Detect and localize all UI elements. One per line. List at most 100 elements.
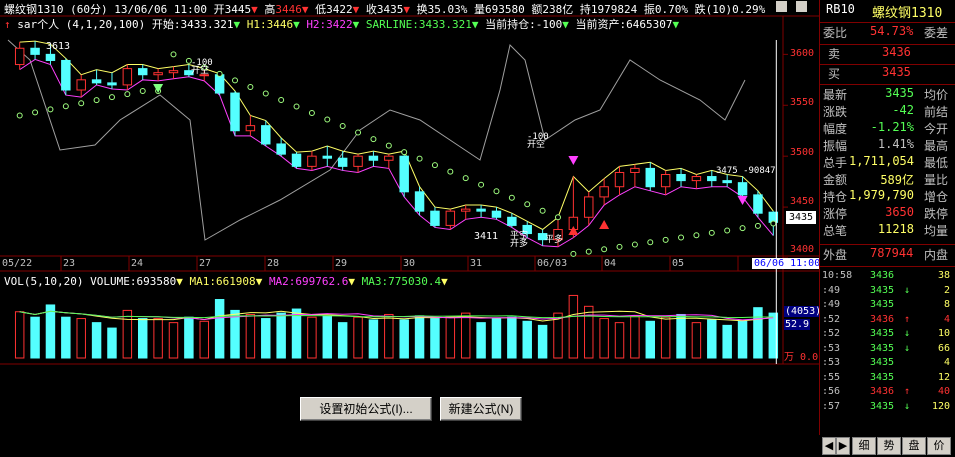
- date-tick: 27: [199, 258, 212, 269]
- price-tick: 3500: [790, 147, 815, 158]
- candle-body: [491, 210, 502, 218]
- sell-label: 卖: [828, 47, 841, 61]
- volume-bar: [645, 320, 655, 359]
- volume-bar: [14, 311, 25, 359]
- stat-row: 总笔 11218 均量: [823, 222, 949, 238]
- tick-time: :52: [822, 328, 841, 339]
- sar-dot: [539, 207, 546, 214]
- tab-prev-icon[interactable]: ◀: [822, 437, 836, 455]
- volume-bar: [691, 322, 702, 359]
- sar-dot: [247, 83, 254, 90]
- candle-body: [414, 191, 425, 212]
- volume-title[interactable]: VOL(5,10,20): [4, 275, 83, 288]
- indicator-name[interactable]: sar个人 (4,1,20,100): [17, 18, 145, 31]
- tick-row: 10:58 3436 38: [820, 270, 955, 284]
- tick-price: 3435: [870, 357, 895, 368]
- tick-row: :53 3435 ↓ 66: [820, 343, 955, 357]
- sar-dot: [170, 51, 177, 58]
- start-value: 3433.321: [180, 18, 234, 31]
- sar-dot: [324, 116, 331, 123]
- signal-label: 平多: [545, 235, 564, 245]
- candle-body: [753, 194, 763, 214]
- sar-dot: [447, 168, 454, 175]
- down-arrow-icon: ▼: [471, 18, 479, 31]
- candle-body: [445, 210, 456, 226]
- volume-bar: [337, 322, 348, 359]
- volume-header: VOL(5,10,20) VOLUME:693580▼ MA1:661908▼ …: [4, 275, 448, 289]
- tick-time: :49: [822, 299, 841, 310]
- candle-body: [430, 210, 440, 226]
- amplitude-value: 0.70%: [654, 3, 688, 16]
- tab-book[interactable]: 盘: [902, 437, 926, 455]
- close-icon[interactable]: [795, 1, 807, 12]
- candle-body: [153, 72, 163, 76]
- kline-chart-area[interactable]: [0, 0, 819, 457]
- close-value: 3435: [376, 3, 404, 16]
- candle-body: [261, 125, 271, 145]
- candle-body: [91, 79, 102, 84]
- candle-body: [599, 186, 609, 198]
- tick-price: 3435: [870, 400, 895, 412]
- tick-direction-icon: ↓: [904, 284, 911, 296]
- chart-header: 螺纹钢1310 (60分) 13/06/06 11:00 开3445▼ 高344…: [4, 3, 765, 17]
- sar-dot: [355, 129, 362, 136]
- h1-value: H1:3446: [246, 18, 294, 31]
- up-arrow-icon: ↑: [4, 18, 11, 31]
- sar-dot: [293, 103, 300, 110]
- signal-label: -100 开空: [191, 58, 213, 76]
- candle-body: [337, 157, 348, 167]
- down-arrow-icon: ▼: [176, 275, 183, 288]
- tick-time: :52: [822, 313, 841, 325]
- sar-dot: [308, 110, 315, 117]
- tick-row: :49 3435 ↓ 2: [820, 285, 955, 299]
- volume-bar: [214, 299, 225, 359]
- volume-bar: [276, 312, 286, 359]
- volume-bar: [322, 315, 333, 359]
- volume-bar: [91, 322, 102, 359]
- quote-panel: RB10 螺纹钢1310 委比 54.73% 委差 卖 3436 买 3435 …: [819, 0, 955, 457]
- down-arrow-icon: ▼: [255, 275, 263, 288]
- weibi-value: 54.73%: [870, 24, 914, 38]
- down-arrow-icon: ▼: [301, 3, 309, 16]
- volume-bar: [184, 316, 194, 359]
- volume-bar: [138, 318, 148, 359]
- buy-row[interactable]: 买 3435: [820, 65, 955, 86]
- tick-time: :57: [822, 400, 841, 412]
- minimize-icon[interactable]: [776, 1, 787, 12]
- tab-trend[interactable]: 势: [877, 437, 901, 455]
- candle-body: [230, 92, 240, 132]
- tick-volume: 8: [943, 299, 950, 310]
- date-tick: 05: [672, 258, 685, 269]
- tab-next-icon[interactable]: ▶: [836, 437, 850, 455]
- date-tick: 28: [267, 258, 280, 269]
- new-formula-button[interactable]: 新建公式(N): [440, 397, 522, 421]
- sar-dot: [462, 175, 469, 182]
- volume-bar: [61, 316, 71, 359]
- sar-dot: [708, 229, 715, 236]
- buy-price: 3435: [882, 65, 911, 79]
- sar-dot: [416, 155, 423, 162]
- tick-volume: 12: [937, 371, 950, 383]
- candle-body: [707, 176, 717, 182]
- init-formula-button[interactable]: 设置初始公式(I)...: [300, 397, 432, 421]
- candle-body: [691, 176, 702, 182]
- down-arrow-icon: ▼: [348, 275, 356, 288]
- candle-body: [507, 216, 517, 226]
- sar-dot: [385, 142, 392, 149]
- tick-time: :56: [822, 386, 841, 397]
- down-arrow-icon: ▼: [251, 3, 258, 16]
- volume-bar: [199, 320, 209, 359]
- tab-detail[interactable]: 细: [852, 437, 876, 455]
- volume-bar: [153, 318, 163, 359]
- tab-price[interactable]: 价: [927, 437, 951, 455]
- volume-bar: [168, 322, 179, 359]
- volume-bar: [737, 320, 748, 359]
- signal-label: -100 开空: [527, 132, 549, 150]
- volume-bar: [753, 307, 763, 359]
- candle-body: [76, 79, 86, 91]
- sell-row[interactable]: 卖 3436: [820, 45, 955, 66]
- volume-bar: [491, 318, 502, 359]
- sar-dot: [370, 136, 377, 143]
- sar-dot: [770, 220, 777, 227]
- outer-value: 787944: [870, 246, 914, 260]
